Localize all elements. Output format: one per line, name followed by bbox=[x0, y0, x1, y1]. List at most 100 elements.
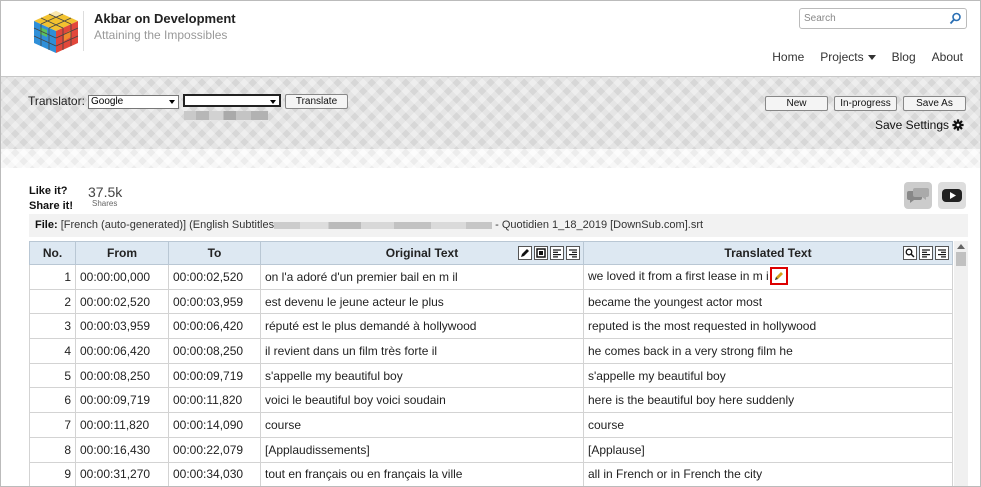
table-scrollbar[interactable] bbox=[954, 241, 968, 486]
row-from[interactable]: 00:00:16,430 bbox=[75, 436, 169, 463]
gear-icon bbox=[952, 119, 964, 131]
row-to[interactable]: 00:00:06,420 bbox=[168, 313, 261, 340]
row-to[interactable]: 00:00:11,820 bbox=[168, 387, 261, 414]
pencil-icon bbox=[774, 271, 783, 280]
row-translated[interactable]: all in French or in French the city bbox=[583, 461, 953, 486]
table-row: 6 00:00:09,719 00:00:11,820 voici le bea… bbox=[29, 387, 953, 414]
inprogress-button[interactable]: In-progress bbox=[834, 96, 897, 111]
table-row: 2 00:00:02,520 00:00:03,959 est devenu l… bbox=[29, 288, 953, 315]
magnifier-icon bbox=[905, 248, 915, 258]
search-input[interactable] bbox=[804, 11, 944, 26]
row-number: 5 bbox=[29, 362, 76, 389]
row-original[interactable]: tout en français ou en français la ville bbox=[260, 461, 584, 486]
redacted-filename bbox=[274, 221, 493, 229]
table-row: 3 00:00:03,959 00:00:06,420 réputé est l… bbox=[29, 313, 953, 340]
youtube-share-button[interactable] bbox=[938, 182, 966, 209]
nav-about[interactable]: About bbox=[932, 50, 963, 64]
like-it-label: Like it? bbox=[29, 185, 68, 197]
nav-blog[interactable]: Blog bbox=[892, 50, 916, 64]
align-left-button[interactable] bbox=[550, 246, 564, 260]
main-nav: Home Projects Blog About bbox=[772, 50, 963, 64]
table-row: 8 00:00:16,430 00:00:22,079 [Applaudisse… bbox=[29, 436, 953, 463]
row-original[interactable]: est devenu le jeune acteur le plus bbox=[260, 288, 584, 315]
row-from[interactable]: 00:00:06,420 bbox=[75, 338, 169, 364]
new-button[interactable]: New bbox=[765, 96, 828, 111]
table-row: 7 00:00:11,820 00:00:14,090 course cours… bbox=[29, 412, 953, 438]
row-to[interactable]: 00:00:08,250 bbox=[168, 338, 261, 364]
target-language-select[interactable] bbox=[183, 94, 281, 107]
comments-share-button[interactable] bbox=[904, 182, 932, 209]
file-name-prefix: [French (auto-generated)] (English Subti… bbox=[60, 219, 275, 231]
row-from[interactable]: 00:00:02,520 bbox=[75, 288, 169, 315]
table-header-row: No. From To Original Text Translated Tex… bbox=[29, 241, 953, 265]
translator-label: Translator: bbox=[28, 94, 85, 108]
row-to[interactable]: 00:00:09,719 bbox=[168, 362, 261, 389]
shares-count: 37.5k bbox=[88, 184, 123, 200]
select-all-button[interactable] bbox=[534, 246, 548, 260]
col-translated-label: Translated Text bbox=[724, 246, 812, 260]
shares-label: Shares bbox=[92, 199, 118, 208]
row-original[interactable]: il revient dans un film très forte il bbox=[260, 338, 584, 364]
nav-home[interactable]: Home bbox=[772, 50, 804, 64]
row-original[interactable]: course bbox=[260, 412, 584, 438]
find-button[interactable] bbox=[903, 246, 917, 260]
translator-engine-select[interactable]: Google bbox=[88, 95, 179, 109]
row-from[interactable]: 00:00:31,270 bbox=[75, 461, 169, 486]
translated-align-left-button[interactable] bbox=[919, 246, 933, 260]
rubiks-cube-logo[interactable] bbox=[31, 9, 81, 55]
search-icon[interactable] bbox=[949, 12, 962, 25]
original-tools bbox=[518, 246, 580, 260]
row-number: 3 bbox=[29, 313, 76, 340]
col-translated: Translated Text bbox=[583, 241, 953, 265]
row-translated[interactable]: became the youngest actor most bbox=[583, 288, 953, 315]
dropdown-arrow-icon bbox=[270, 100, 276, 104]
toolbar-band bbox=[1, 76, 980, 149]
edit-cell-button[interactable] bbox=[769, 266, 788, 285]
translate-button[interactable]: Translate bbox=[285, 94, 348, 109]
row-translated[interactable]: s'appelle my beautiful boy bbox=[583, 362, 953, 389]
row-translated[interactable]: course bbox=[583, 412, 953, 438]
col-to: To bbox=[168, 241, 261, 265]
align-right-button[interactable] bbox=[566, 246, 580, 260]
page-frame: Akbar on Development Attaining the Impos… bbox=[0, 0, 981, 487]
row-translated: we loved it from a first lease in m i bbox=[588, 269, 769, 284]
save-settings[interactable]: Save Settings bbox=[875, 118, 964, 132]
row-to[interactable]: 00:00:14,090 bbox=[168, 412, 261, 438]
col-no: No. bbox=[29, 241, 76, 265]
row-translated-cell[interactable]: we loved it from a first lease in m i bbox=[583, 264, 953, 290]
logo-divider bbox=[83, 11, 84, 51]
site-title[interactable]: Akbar on Development bbox=[94, 11, 236, 26]
edit-all-button[interactable] bbox=[518, 246, 532, 260]
toolbar-band-lower bbox=[1, 149, 980, 168]
row-original[interactable]: [Applaudissements] bbox=[260, 436, 584, 463]
col-original: Original Text bbox=[260, 241, 584, 265]
row-translated[interactable]: here is the beautiful boy here suddenly bbox=[583, 387, 953, 414]
row-from[interactable]: 00:00:09,719 bbox=[75, 387, 169, 414]
row-number: 8 bbox=[29, 436, 76, 463]
row-translated[interactable]: he comes back in a very strong film he bbox=[583, 338, 953, 364]
row-to[interactable]: 00:00:34,030 bbox=[168, 461, 261, 486]
scroll-thumb[interactable] bbox=[956, 252, 966, 266]
row-translated[interactable]: reputed is the most requested in hollywo… bbox=[583, 313, 953, 340]
row-from[interactable]: 00:00:03,959 bbox=[75, 313, 169, 340]
row-from[interactable]: 00:00:08,250 bbox=[75, 362, 169, 389]
scroll-up-arrow-icon[interactable] bbox=[957, 244, 965, 249]
row-from[interactable]: 00:00:00,000 bbox=[75, 264, 169, 290]
share-it-label: Share it! bbox=[29, 200, 74, 212]
row-from[interactable]: 00:00:11,820 bbox=[75, 412, 169, 438]
align-right-icon bbox=[569, 249, 577, 258]
row-translated[interactable]: [Applause] bbox=[583, 436, 953, 463]
row-original[interactable]: on l'a adoré d'un premier bail en m il bbox=[260, 264, 584, 290]
nav-projects[interactable]: Projects bbox=[820, 50, 876, 64]
translated-align-right-button[interactable] bbox=[935, 246, 949, 260]
row-original[interactable]: s'appelle my beautiful boy bbox=[260, 362, 584, 389]
align-left-icon bbox=[922, 249, 930, 258]
save-as-button[interactable]: Save As bbox=[903, 96, 966, 111]
row-original[interactable]: voici le beautiful boy voici soudain bbox=[260, 387, 584, 414]
row-to[interactable]: 00:00:22,079 bbox=[168, 436, 261, 463]
row-to[interactable]: 00:00:02,520 bbox=[168, 264, 261, 290]
row-original[interactable]: réputé est le plus demandé à hollywood bbox=[260, 313, 584, 340]
chat-bubbles-icon bbox=[907, 188, 929, 203]
table-row: 5 00:00:08,250 00:00:09,719 s'appelle my… bbox=[29, 362, 953, 389]
row-to[interactable]: 00:00:03,959 bbox=[168, 288, 261, 315]
